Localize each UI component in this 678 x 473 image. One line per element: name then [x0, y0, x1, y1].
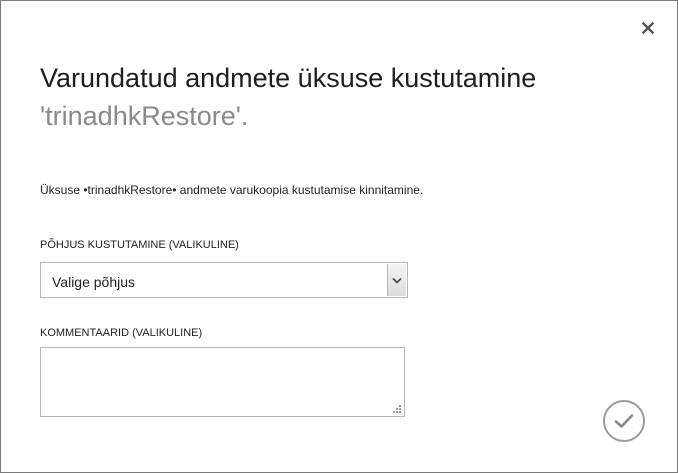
- comments-label: KOMMENTAARID (VALIKULINE): [40, 327, 203, 339]
- chevron-down-icon: [392, 277, 402, 284]
- reason-label: PÕHJUS KUSTUTAMINE (VALIKULINE): [40, 239, 239, 251]
- reason-select-value: Valige põhjus: [52, 274, 136, 290]
- close-icon: [642, 22, 654, 34]
- confirm-button[interactable]: [603, 400, 645, 442]
- confirmation-description: Üksuse •trinadhkRestore• andmete varukoo…: [40, 183, 424, 197]
- reason-select[interactable]: Valige põhjus: [40, 262, 408, 298]
- comments-textarea[interactable]: [40, 347, 405, 417]
- resize-grip-icon[interactable]: [392, 404, 402, 414]
- dialog-title-item-name: 'trinadhkRestore'.: [40, 101, 249, 131]
- dialog-title-main: Varundatud andmete üksuse kustutamine: [40, 63, 537, 93]
- dialog-title: Varundatud andmete üksuse kustutamine 't…: [40, 59, 640, 135]
- reason-select-arrow[interactable]: [387, 264, 406, 296]
- close-button[interactable]: [637, 17, 659, 39]
- checkmark-icon: [614, 414, 634, 428]
- delete-backup-dialog: Varundatud andmete üksuse kustutamine 't…: [0, 0, 678, 473]
